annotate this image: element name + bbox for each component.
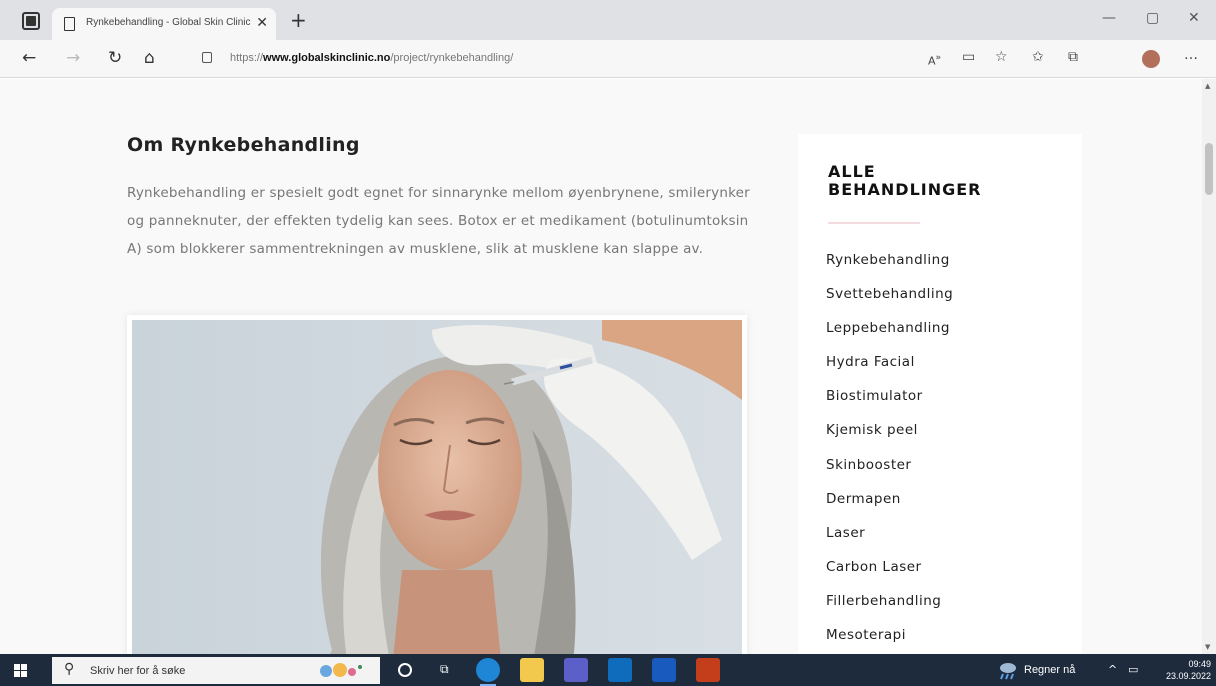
intro-paragraph: Rynkebehandling er spesielt godt egnet f… (127, 185, 750, 257)
file-explorer-icon[interactable] (520, 658, 544, 682)
clock-time: 09:49 (1188, 659, 1212, 669)
botox-injection-image (132, 320, 742, 654)
weather-text[interactable]: Regner nå (1024, 664, 1075, 676)
treatment-link[interactable]: Skinbooster (826, 457, 953, 491)
treatment-photo (127, 315, 747, 654)
treatments-sidebar: ALLE BEHANDLINGER Rynkebehandling Svette… (798, 134, 1082, 654)
cortana-icon[interactable] (398, 663, 412, 677)
treatment-link[interactable]: Laser (826, 525, 953, 559)
windows-start-icon[interactable] (14, 664, 28, 677)
search-highlight-icon[interactable] (314, 661, 366, 680)
web-page: Om Rynkebehandling Rynkebehandling er sp… (0, 79, 1202, 654)
new-tab-button[interactable]: + (290, 8, 307, 32)
home-icon[interactable]: ⌂ (144, 48, 155, 68)
lock-icon[interactable] (202, 52, 212, 63)
treatment-link[interactable]: Leppebehandling (826, 320, 953, 354)
add-favorite-icon[interactable]: ☆ (995, 49, 1008, 65)
edge-icon[interactable] (476, 658, 500, 686)
treatment-link[interactable]: Fillerbehandling (826, 593, 953, 627)
sidebar-heading: ALLE BEHANDLINGER (828, 162, 982, 199)
maximize-icon[interactable]: ▢ (1146, 10, 1159, 26)
treatment-link[interactable]: Dermapen (826, 491, 953, 525)
powerpoint-icon[interactable] (696, 658, 720, 682)
outlook-icon[interactable] (608, 658, 632, 682)
treatment-link[interactable]: Svettebehandling (826, 286, 953, 320)
immersive-reader-icon[interactable]: ▭ (962, 49, 975, 65)
taskbar-search[interactable]: ⚲ Skriv her for å søke (52, 657, 380, 684)
treatment-link[interactable]: Kjemisk peel (826, 422, 953, 456)
treatments-list: Rynkebehandling Svettebehandling Leppebe… (826, 252, 953, 654)
word-icon[interactable] (652, 658, 676, 682)
scroll-down-icon[interactable]: ▼ (1205, 643, 1210, 651)
window-close-icon[interactable]: ✕ (1188, 10, 1200, 26)
browser-toolbar: ← → ↻ ⌂ https://www.globalskinclinic.no/… (0, 40, 1216, 78)
weather-rain-icon[interactable] (996, 660, 1018, 680)
search-placeholder: Skriv her for å søke (90, 665, 186, 677)
tab-close-icon[interactable]: ✕ (256, 15, 268, 31)
treatment-link[interactable]: Carbon Laser (826, 559, 953, 593)
windows-taskbar: ⚲ Skriv her for å søke ⧉ Regner nå ^ ▭ 0… (0, 654, 1216, 686)
taskbar-clock[interactable]: 09:49 23.09.2022 (1166, 658, 1211, 682)
browser-tab[interactable]: Rynkebehandling - Global Skin Clinic ✕ (52, 8, 276, 40)
sidebar-divider (828, 222, 920, 224)
search-icon: ⚲ (64, 661, 75, 677)
treatment-link[interactable]: Biostimulator (826, 388, 953, 422)
page-icon (64, 17, 75, 31)
tray-chevron-icon[interactable]: ^ (1108, 663, 1117, 676)
tab-actions-icon[interactable] (22, 12, 40, 30)
collections-icon[interactable]: ⧉ (1068, 49, 1078, 65)
read-aloud-icon[interactable]: A» (928, 52, 941, 68)
tab-title: Rynkebehandling - Global Skin Clinic (86, 17, 251, 28)
teams-icon[interactable] (564, 658, 588, 682)
minimize-icon[interactable]: — (1102, 10, 1116, 26)
back-icon[interactable]: ← (22, 48, 36, 68)
scrollbar-thumb[interactable] (1205, 143, 1213, 195)
profile-avatar[interactable] (1142, 50, 1160, 68)
treatment-link[interactable]: Rynkebehandling (826, 252, 953, 286)
browser-titlebar: Rynkebehandling - Global Skin Clinic ✕ +… (0, 0, 1216, 40)
more-icon[interactable]: … (1184, 47, 1198, 63)
scroll-up-icon[interactable]: ▲ (1205, 82, 1210, 90)
url-text[interactable]: https://www.globalskinclinic.no/project/… (230, 52, 513, 64)
forward-icon[interactable]: → (66, 48, 80, 68)
treatment-link[interactable]: Hydra Facial (826, 354, 953, 388)
favorites-icon[interactable]: ✩ (1032, 49, 1044, 65)
clock-date: 23.09.2022 (1166, 671, 1212, 681)
page-title: Om Rynkebehandling (127, 134, 360, 156)
address-bar[interactable]: https://www.globalskinclinic.no/project/… (196, 47, 756, 71)
treatment-link[interactable]: Mesoterapi (826, 627, 953, 654)
task-view-icon[interactable]: ⧉ (440, 662, 449, 677)
page-scrollbar[interactable]: ▲ ▼ (1202, 79, 1216, 654)
refresh-icon[interactable]: ↻ (108, 48, 122, 68)
battery-icon[interactable]: ▭ (1128, 663, 1138, 676)
